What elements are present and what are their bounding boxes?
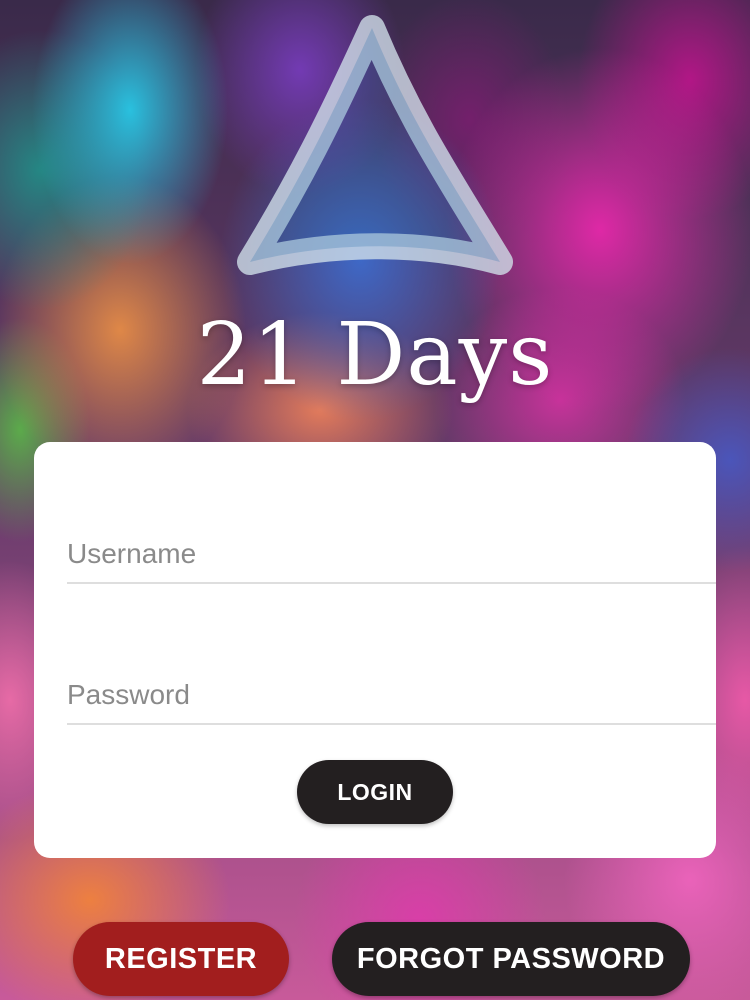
forgot-password-button[interactable]: FORGOT PASSWORD: [332, 922, 690, 996]
app-logo-text: 21 Days: [196, 305, 554, 405]
login-screen: 21 Days LOGIN REGISTER FORGOT PASSWORD: [0, 0, 750, 1000]
username-field: [67, 512, 716, 584]
password-field: [67, 653, 716, 725]
login-card: LOGIN: [34, 442, 716, 858]
password-input[interactable]: [67, 679, 684, 711]
register-button[interactable]: REGISTER: [73, 922, 289, 996]
login-button[interactable]: LOGIN: [297, 760, 453, 824]
triangle-logo-icon: [237, 15, 513, 275]
username-input[interactable]: [67, 538, 684, 570]
